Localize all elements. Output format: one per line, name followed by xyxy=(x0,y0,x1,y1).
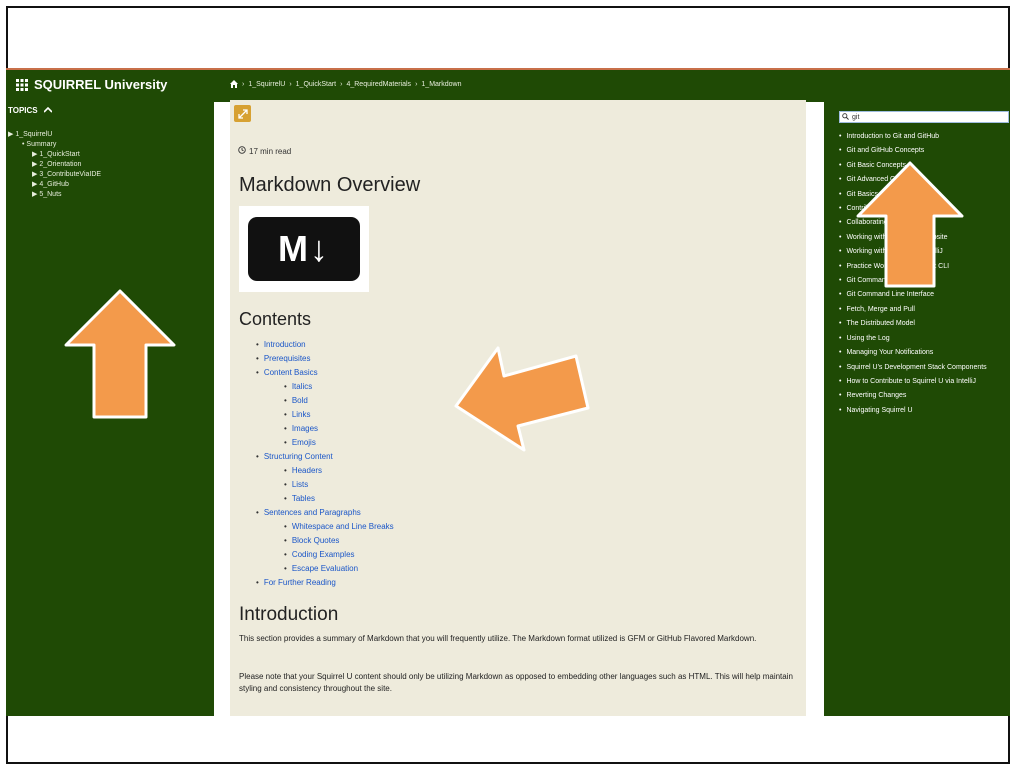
search-result-item[interactable]: Squirrel U's Development Stack Component… xyxy=(839,361,986,375)
contents-heading: Contents xyxy=(239,309,312,329)
breadcrumb: › 1_SquirrelU › 1_QuickStart › 4_Require… xyxy=(230,80,461,88)
markdown-logo-mark: M↓ xyxy=(248,217,360,281)
search-result-item[interactable]: Reverting Changes xyxy=(839,389,987,403)
toc-link[interactable]: Images xyxy=(256,422,394,436)
search-icon xyxy=(842,112,849,122)
toc-link[interactable]: Tables xyxy=(256,492,394,506)
arrow-up-annotation-left xyxy=(64,289,176,419)
toc-link[interactable]: Italics xyxy=(256,380,394,394)
search-result-item[interactable]: Navigating Squirrel U xyxy=(839,404,987,418)
expand-icon xyxy=(237,108,248,119)
search-result-item[interactable]: Fetch, Merge and Pull xyxy=(839,303,987,317)
search-result-item[interactable]: The Distributed Model xyxy=(839,317,987,331)
arrow-up-annotation-right xyxy=(856,161,964,288)
tree-item[interactable]: ▶ 4_GitHub xyxy=(8,180,101,190)
tree-item[interactable]: ▶ 1_QuickStart xyxy=(8,150,101,160)
tree-item[interactable]: • Summary xyxy=(8,140,101,150)
tree-item[interactable]: ▶ 5_Nuts xyxy=(8,190,101,200)
chevron-up-icon xyxy=(43,106,53,115)
tree-item[interactable]: ▶ 2_Orientation xyxy=(8,160,101,170)
toc-link[interactable]: Headers xyxy=(256,464,394,478)
toc-link[interactable]: Content Basics xyxy=(256,366,394,380)
arrow-left-annotation xyxy=(454,346,590,452)
toc-link[interactable]: Introduction xyxy=(256,338,394,352)
search-result-item[interactable]: How to Contribute to Squirrel U via Inte… xyxy=(839,375,987,389)
toc-link[interactable]: Block Quotes xyxy=(256,534,394,548)
brand-name: SQUIRREL University xyxy=(34,77,168,92)
search-input[interactable]: git xyxy=(839,111,1009,123)
toc-link[interactable]: Prerequisites xyxy=(256,352,394,366)
topics-label: TOPICS xyxy=(8,106,38,115)
markdown-logo: M↓ xyxy=(239,206,369,292)
brand[interactable]: SQUIRREL University xyxy=(16,77,167,92)
table-of-contents: IntroductionPrerequisitesContent BasicsI… xyxy=(256,338,394,590)
tree-item[interactable]: ▶ 1_SquirrelU xyxy=(8,130,101,140)
grid-icon xyxy=(16,78,28,91)
search-result-item[interactable]: Git and GitHub Concepts xyxy=(839,144,987,158)
breadcrumb-item[interactable]: 1_Markdown xyxy=(421,81,461,88)
search-result-item[interactable]: Introduction to Git and GitHub xyxy=(839,130,987,144)
page-title: Markdown Overview xyxy=(239,174,421,196)
toc-link[interactable]: Bold xyxy=(256,394,394,408)
toc-link[interactable]: Coding Examples xyxy=(256,548,394,562)
expand-button[interactable] xyxy=(234,105,251,122)
breadcrumb-item[interactable]: 1_QuickStart xyxy=(296,81,336,88)
topics-toggle[interactable]: TOPICS xyxy=(8,106,53,115)
section-heading: Introduction xyxy=(239,604,339,625)
breadcrumb-item[interactable]: 1_SquirrelU xyxy=(248,81,285,88)
breadcrumb-item[interactable]: 4_RequiredMaterials xyxy=(346,81,411,88)
toc-link[interactable]: Structuring Content xyxy=(256,450,394,464)
tree-item[interactable]: ▶ 3_ContributeViaIDE xyxy=(8,170,101,180)
home-icon[interactable] xyxy=(230,80,238,88)
read-time-text: 17 min read xyxy=(249,146,292,156)
paragraph: Please note that your Squirrel U content… xyxy=(239,672,793,693)
toc-link[interactable]: Escape Evaluation xyxy=(256,562,394,576)
top-navbar: SQUIRREL University › 1_SquirrelU › 1_Qu… xyxy=(6,68,1010,102)
toc-link[interactable]: Sentences and Paragraphs xyxy=(256,506,394,520)
paragraph: This section provides a summary of Markd… xyxy=(239,634,757,643)
toc-link[interactable]: For Further Reading xyxy=(256,576,394,590)
search-value: git xyxy=(852,113,860,121)
search-result-item[interactable]: Using the Log xyxy=(839,332,987,346)
toc-link[interactable]: Emojis xyxy=(256,436,394,450)
read-time: 17 min read xyxy=(238,146,291,156)
topics-tree: ▶ 1_SquirrelU • Summary ▶ 1_QuickStart ▶… xyxy=(8,130,101,200)
toc-link[interactable]: Links xyxy=(256,408,394,422)
search-result-item[interactable]: Managing Your Notifications xyxy=(839,346,987,360)
toc-link[interactable]: Whitespace and Line Breaks xyxy=(256,520,394,534)
toc-link[interactable]: Lists xyxy=(256,478,394,492)
clock-icon xyxy=(238,146,246,156)
